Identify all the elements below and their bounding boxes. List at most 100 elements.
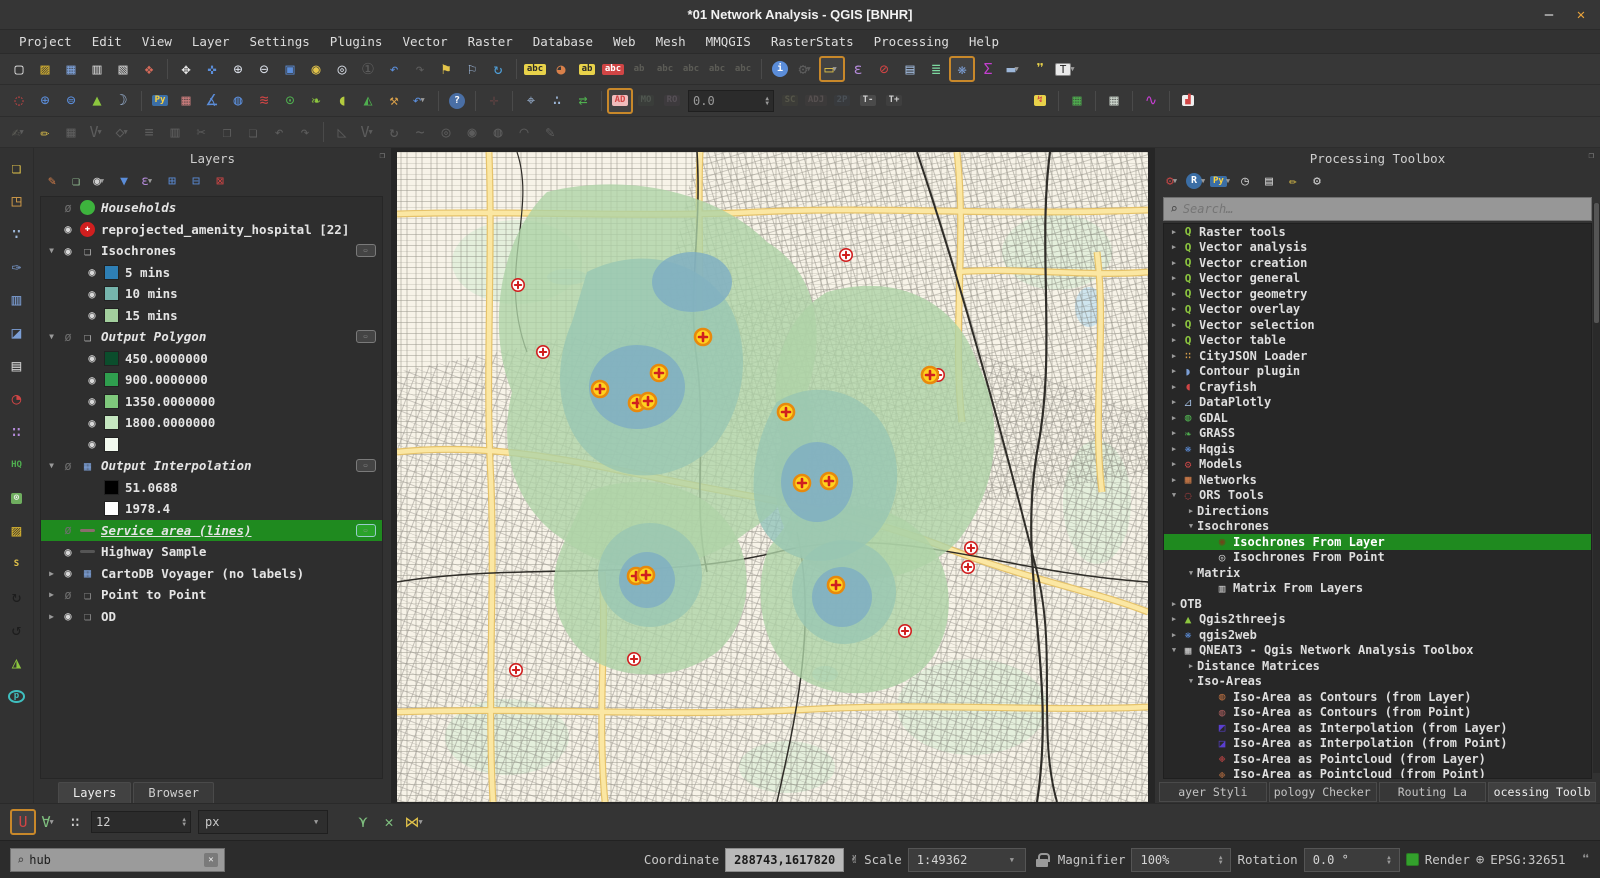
cluster-hospital-marker[interactable] bbox=[794, 475, 810, 491]
layer-label[interactable]: Isochrones bbox=[101, 243, 176, 258]
zoom-out-icon[interactable]: ⊖ bbox=[252, 57, 276, 81]
enable-snapping-icon[interactable]: U bbox=[11, 810, 35, 834]
toolbox-item[interactable]: ▼▦QNEAT3 - Qgis Network Analysis Toolbox bbox=[1164, 643, 1591, 659]
coordinate-input[interactable]: 288743,1617820 bbox=[725, 848, 844, 872]
expander-icon[interactable]: ▼ bbox=[1185, 522, 1197, 530]
visibility-eye-icon[interactable]: ø bbox=[58, 330, 78, 344]
layer-label[interactable]: Service area (lines) bbox=[101, 523, 252, 538]
menu-layer[interactable]: Layer bbox=[183, 32, 239, 51]
cluster-hospital-marker[interactable] bbox=[922, 367, 938, 383]
rotation-spinbox[interactable]: 0.0 ° ▲▼ bbox=[1304, 848, 1400, 872]
expander-icon[interactable]: ▶ bbox=[1168, 321, 1180, 329]
crayfish-layers-icon[interactable]: ≋ bbox=[252, 89, 276, 113]
toolbox-item-label[interactable]: Iso-Area as Contours (from Layer) bbox=[1233, 690, 1471, 704]
processing-toolbox-toggle-icon[interactable]: ❋ bbox=[950, 57, 974, 81]
undo-blue-icon[interactable]: ↶▼ bbox=[408, 89, 432, 113]
layer-label[interactable]: 1350.0000000 bbox=[125, 394, 215, 409]
letter-s-plugin-icon[interactable]: S bbox=[4, 552, 30, 576]
crs-status[interactable]: EPSG:32651 bbox=[1490, 852, 1565, 867]
expander-icon[interactable]: ▶ bbox=[1168, 305, 1180, 313]
layer-item[interactable]: ◉Highway Sample bbox=[41, 541, 382, 563]
toolbox-item-label[interactable]: ORS Tools bbox=[1199, 488, 1264, 502]
quickmap-services-icon[interactable]: ▨ bbox=[4, 519, 30, 543]
r-scripts-icon[interactable]: R▼ bbox=[1186, 171, 1208, 191]
add-delimited-layer-icon[interactable]: ∵ bbox=[4, 222, 30, 246]
menu-vector[interactable]: Vector bbox=[393, 32, 456, 51]
snap-tolerance-spinbox[interactable]: 12 ▲▼ bbox=[91, 811, 191, 833]
attribute-reload-icon[interactable]: ⇄ bbox=[571, 89, 595, 113]
expander-icon[interactable]: ▼ bbox=[45, 246, 58, 255]
rotate-plugin-icon[interactable]: ↺ bbox=[4, 618, 30, 642]
cityjson-loader-icon[interactable]: ∷ bbox=[4, 420, 30, 444]
toolbox-item-label[interactable]: Isochrones bbox=[1197, 519, 1269, 533]
toolbox-item[interactable]: ▼Matrix bbox=[1164, 565, 1591, 581]
osm-place-search-icon[interactable]: ☽ bbox=[111, 89, 135, 113]
toolbox-item-label[interactable]: OTB bbox=[1180, 597, 1202, 611]
expander-icon[interactable]: ▶ bbox=[1168, 414, 1180, 422]
hospital-marker[interactable] bbox=[512, 279, 524, 291]
layer-item[interactable]: ◉ 1800.0000000 bbox=[41, 412, 382, 434]
toolbox-item[interactable]: ▶QVector creation bbox=[1164, 255, 1591, 271]
layer-diagrams-icon[interactable]: ◕ bbox=[549, 57, 573, 81]
toolbox-item[interactable]: ◍Iso-Area as Contours (from Point) bbox=[1164, 705, 1591, 721]
layer-item[interactable]: ▶◉❏OD bbox=[41, 606, 382, 628]
toolbox-search-input[interactable] bbox=[1183, 202, 1585, 216]
toolbox-item-label[interactable]: Iso-Area as Interpolation (from Layer) bbox=[1233, 721, 1508, 735]
add-layer-icon[interactable]: ❏ bbox=[4, 156, 30, 180]
toolbox-item[interactable]: ▶❋qgis2web bbox=[1164, 627, 1591, 643]
toolbox-item-label[interactable]: Vector analysis bbox=[1199, 240, 1307, 254]
toolbox-item-label[interactable]: CityJSON Loader bbox=[1199, 349, 1307, 363]
menu-mmqgis[interactable]: MMQGIS bbox=[697, 32, 760, 51]
toolbox-item-label[interactable]: Vector overlay bbox=[1199, 302, 1300, 316]
gdrive-layers-icon[interactable]: ◮ bbox=[4, 651, 30, 675]
zoom-to-layer-icon[interactable]: ◎ bbox=[330, 57, 354, 81]
layer-labeling-icon[interactable]: abc bbox=[523, 57, 547, 81]
toolbox-item[interactable]: ▶❧GRASS bbox=[1164, 426, 1591, 442]
toolbox-item-label[interactable]: Isochrones From Layer bbox=[1233, 535, 1385, 549]
render-checkbox[interactable] bbox=[1406, 853, 1419, 866]
new-spatial-bookmark-icon[interactable]: ⚑ bbox=[434, 57, 458, 81]
locator-input[interactable] bbox=[29, 853, 199, 867]
expander-icon[interactable]: ▼ bbox=[1185, 569, 1197, 577]
visibility-eye-icon[interactable]: ◉ bbox=[82, 308, 102, 322]
open-layer-styling-icon[interactable]: ✎ bbox=[41, 171, 63, 191]
snap-tolerance-dots-icon[interactable]: ∷ bbox=[63, 810, 87, 834]
expander-icon[interactable]: ▶ bbox=[45, 590, 58, 599]
layer-item[interactable]: 51.0688 bbox=[41, 477, 382, 499]
expander-icon[interactable]: ▶ bbox=[45, 569, 58, 578]
menu-rasterstats[interactable]: RasterStats bbox=[762, 32, 863, 51]
contour-plugin-icon[interactable]: ◖ bbox=[330, 89, 354, 113]
cluster-hospital-marker[interactable] bbox=[821, 473, 837, 489]
toolbox-search[interactable]: ⌕ bbox=[1163, 197, 1592, 221]
visibility-eye-icon[interactable]: ◉ bbox=[58, 609, 78, 623]
visibility-eye-icon[interactable]: ◉ bbox=[82, 287, 102, 301]
layer-item[interactable]: 1978.4 bbox=[41, 498, 382, 520]
toolbox-item-label[interactable]: Iso-Area as Interpolation (from Point) bbox=[1233, 736, 1508, 750]
toolbox-item-label[interactable]: Models bbox=[1199, 457, 1242, 471]
hospital-marker[interactable] bbox=[965, 542, 977, 554]
toolbox-item[interactable]: ▶QVector analysis bbox=[1164, 240, 1591, 256]
layer-label[interactable]: 1800.0000000 bbox=[125, 415, 215, 430]
layer-label[interactable]: CartoDB Voyager (no labels) bbox=[101, 566, 304, 581]
visibility-eye-icon[interactable]: ◉ bbox=[58, 222, 78, 236]
toolbox-item-label[interactable]: qgis2web bbox=[1199, 628, 1257, 642]
toolbox-item-label[interactable]: Vector selection bbox=[1199, 318, 1315, 332]
collapse-all-icon[interactable]: ⊟ bbox=[185, 171, 207, 191]
layer-label[interactable]: 450.0000000 bbox=[125, 351, 208, 366]
toolbox-item-label[interactable]: Networks bbox=[1199, 473, 1257, 487]
pan-to-selection-icon[interactable]: ✜ bbox=[200, 57, 224, 81]
toolbox-item[interactable]: ◍Iso-Area as Contours (from Layer) bbox=[1164, 689, 1591, 705]
spin-arrows-icon[interactable]: ▲▼ bbox=[182, 817, 186, 827]
angle-spinbox-spinbox[interactable]: 0.0▲▼ bbox=[688, 90, 774, 112]
expander-icon[interactable]: ▶ bbox=[1168, 460, 1180, 468]
visibility-eye-icon[interactable]: ◉ bbox=[82, 416, 102, 430]
toolbox-item-label[interactable]: Iso-Area as Pointcloud (from Point) bbox=[1233, 767, 1486, 779]
toolbox-item-label[interactable]: GDAL bbox=[1199, 411, 1228, 425]
label-pin-icon[interactable]: ab bbox=[575, 57, 599, 81]
panel-float-icon[interactable]: ❐ bbox=[1589, 151, 1594, 161]
map-canvas[interactable] bbox=[397, 152, 1148, 802]
ad-mode-icon[interactable]: AD bbox=[608, 89, 632, 113]
expander-icon[interactable]: ▼ bbox=[45, 461, 58, 470]
toolbox-item-label[interactable]: Matrix bbox=[1197, 566, 1240, 580]
toolbox-item[interactable]: ▶QVector selection bbox=[1164, 317, 1591, 333]
